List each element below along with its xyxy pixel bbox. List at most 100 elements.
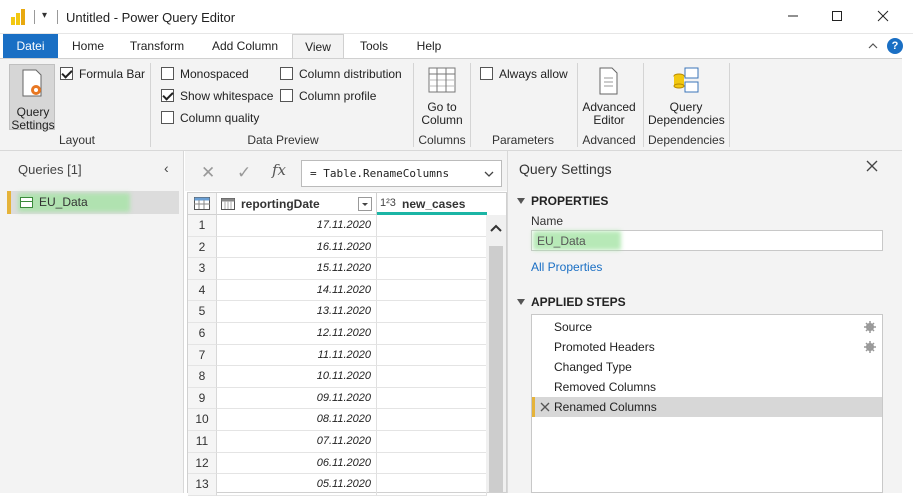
chevron-down-icon[interactable] xyxy=(483,168,495,180)
tab-tools[interactable]: Tools xyxy=(354,34,394,58)
maximize-button[interactable] xyxy=(822,6,852,28)
row-number[interactable]: 2 xyxy=(188,236,217,259)
gear-icon[interactable] xyxy=(864,341,876,353)
tab-transform[interactable]: Transform xyxy=(124,34,190,58)
column-filter-dropdown[interactable] xyxy=(358,197,372,211)
collapse-ribbon-icon[interactable] xyxy=(868,41,878,51)
row-number[interactable]: 3 xyxy=(188,258,217,280)
column-header-new-cases[interactable]: 1²3 new_cases xyxy=(377,193,487,215)
scroll-up-icon[interactable] xyxy=(489,221,503,235)
tab-datei[interactable]: Datei xyxy=(3,34,58,58)
monospaced-checkbox[interactable] xyxy=(161,67,174,80)
table-row[interactable]: 8 10.11.2020 xyxy=(188,366,488,388)
vertical-scrollbar[interactable] xyxy=(486,215,506,492)
applied-step-item[interactable]: Promoted Headers xyxy=(532,337,882,357)
table-row[interactable]: 4 14.11.2020 xyxy=(188,279,488,302)
table-row[interactable]: 6 12.11.2020 xyxy=(188,323,488,345)
gear-icon[interactable] xyxy=(864,321,876,333)
collapse-queries-chevron-icon[interactable]: ‹ xyxy=(164,160,169,176)
table-row[interactable]: 11 07.11.2020 xyxy=(188,431,488,453)
column-header-reportingdate[interactable]: reportingDate xyxy=(217,193,377,215)
formula-bar-checkbox[interactable] xyxy=(60,67,73,80)
row-number[interactable]: 6 xyxy=(188,323,217,345)
scrollbar-thumb[interactable] xyxy=(489,246,503,492)
row-number[interactable]: 1 xyxy=(188,215,217,237)
cell-new-cases[interactable] xyxy=(377,215,487,237)
show-whitespace-checkbox[interactable] xyxy=(161,89,174,102)
tab-view[interactable]: View xyxy=(292,34,344,59)
table-row[interactable]: 7 11.11.2020 xyxy=(188,344,488,367)
applied-steps-section-header[interactable]: APPLIED STEPS xyxy=(517,295,626,309)
tab-home[interactable]: Home xyxy=(68,34,108,58)
query-dependencies-button[interactable]: Query Dependencies xyxy=(648,66,725,128)
table-row[interactable]: 5 13.11.2020 xyxy=(188,301,488,323)
formula-input[interactable]: = Table.RenameColumns xyxy=(301,160,502,187)
cell-new-cases[interactable] xyxy=(377,301,487,323)
dependencies-group-label: Dependencies xyxy=(648,133,725,147)
cell-reportingdate[interactable]: 16.11.2020 xyxy=(217,236,377,259)
cell-reportingdate[interactable]: 08.11.2020 xyxy=(217,409,377,431)
cell-reportingdate[interactable]: 06.11.2020 xyxy=(217,452,377,475)
cell-reportingdate[interactable]: 11.11.2020 xyxy=(217,344,377,367)
cell-new-cases[interactable] xyxy=(377,323,487,345)
commit-formula-icon[interactable]: ✓ xyxy=(237,163,251,183)
table-row[interactable]: 1 17.11.2020 xyxy=(188,215,488,237)
row-number[interactable]: 12 xyxy=(188,452,217,475)
cell-new-cases[interactable] xyxy=(377,344,487,367)
applied-step-item[interactable]: Source xyxy=(532,317,882,337)
row-number[interactable]: 7 xyxy=(188,344,217,367)
delete-step-icon[interactable] xyxy=(539,401,551,413)
cell-new-cases[interactable] xyxy=(377,387,487,410)
cell-new-cases[interactable] xyxy=(377,409,487,431)
table-row[interactable]: 3 15.11.2020 xyxy=(188,258,488,280)
all-properties-link[interactable]: All Properties xyxy=(531,260,602,274)
minimize-button[interactable] xyxy=(778,6,808,28)
table-row[interactable]: 12 06.11.2020 xyxy=(188,452,488,475)
row-number[interactable]: 11 xyxy=(188,431,217,453)
fx-icon[interactable]: fx xyxy=(272,161,286,179)
cell-new-cases[interactable] xyxy=(377,366,487,388)
row-number[interactable]: 9 xyxy=(188,387,217,410)
tab-add-column[interactable]: Add Column xyxy=(207,34,283,58)
cell-reportingdate[interactable]: 10.11.2020 xyxy=(217,366,377,388)
row-number[interactable]: 8 xyxy=(188,366,217,388)
table-menu-button[interactable] xyxy=(188,193,217,215)
column-quality-checkbox[interactable] xyxy=(161,111,174,124)
cell-reportingdate[interactable]: 15.11.2020 xyxy=(217,258,377,280)
help-icon[interactable]: ? xyxy=(887,38,903,54)
cell-reportingdate[interactable]: 14.11.2020 xyxy=(217,279,377,302)
tab-help[interactable]: Help xyxy=(412,34,446,58)
query-name-input[interactable]: EU_Data xyxy=(531,230,883,251)
cell-new-cases[interactable] xyxy=(377,258,487,280)
cell-new-cases[interactable] xyxy=(377,236,487,259)
column-profile-checkbox[interactable] xyxy=(280,89,293,102)
cell-new-cases[interactable] xyxy=(377,431,487,453)
close-query-settings-button[interactable] xyxy=(866,159,878,177)
cell-reportingdate[interactable]: 09.11.2020 xyxy=(217,387,377,410)
properties-section-header[interactable]: PROPERTIES xyxy=(517,194,608,208)
cell-reportingdate[interactable]: 07.11.2020 xyxy=(217,431,377,453)
cell-reportingdate[interactable]: 12.11.2020 xyxy=(217,323,377,345)
query-settings-button[interactable]: Query Settings xyxy=(9,64,55,132)
cell-reportingdate[interactable]: 13.11.2020 xyxy=(217,301,377,323)
table-row[interactable]: 2 16.11.2020 xyxy=(188,236,488,259)
row-number[interactable]: 5 xyxy=(188,301,217,323)
applied-step-item[interactable]: Removed Columns xyxy=(532,377,882,397)
quick-access-dropdown-icon[interactable]: ▾ xyxy=(42,10,47,21)
applied-step-item[interactable]: Changed Type xyxy=(532,357,882,377)
cell-reportingdate[interactable]: 17.11.2020 xyxy=(217,215,377,237)
cell-new-cases[interactable] xyxy=(377,279,487,302)
column-distribution-checkbox[interactable] xyxy=(280,67,293,80)
row-number[interactable]: 4 xyxy=(188,279,217,302)
always-allow-checkbox[interactable] xyxy=(480,67,493,80)
advanced-editor-button[interactable]: Advanced Editor xyxy=(580,66,638,128)
applied-step-item[interactable]: Renamed Columns xyxy=(532,397,882,417)
table-row[interactable]: 10 08.11.2020 xyxy=(188,409,488,431)
cell-new-cases[interactable] xyxy=(377,452,487,475)
query-item-eu-data[interactable]: EU_Data xyxy=(7,191,179,214)
cancel-formula-icon[interactable]: ✕ xyxy=(201,163,215,183)
table-row[interactable]: 9 09.11.2020 xyxy=(188,387,488,410)
go-to-column-button[interactable]: Go to Column xyxy=(418,66,466,128)
row-number[interactable]: 10 xyxy=(188,409,217,431)
close-window-button[interactable] xyxy=(868,6,898,28)
